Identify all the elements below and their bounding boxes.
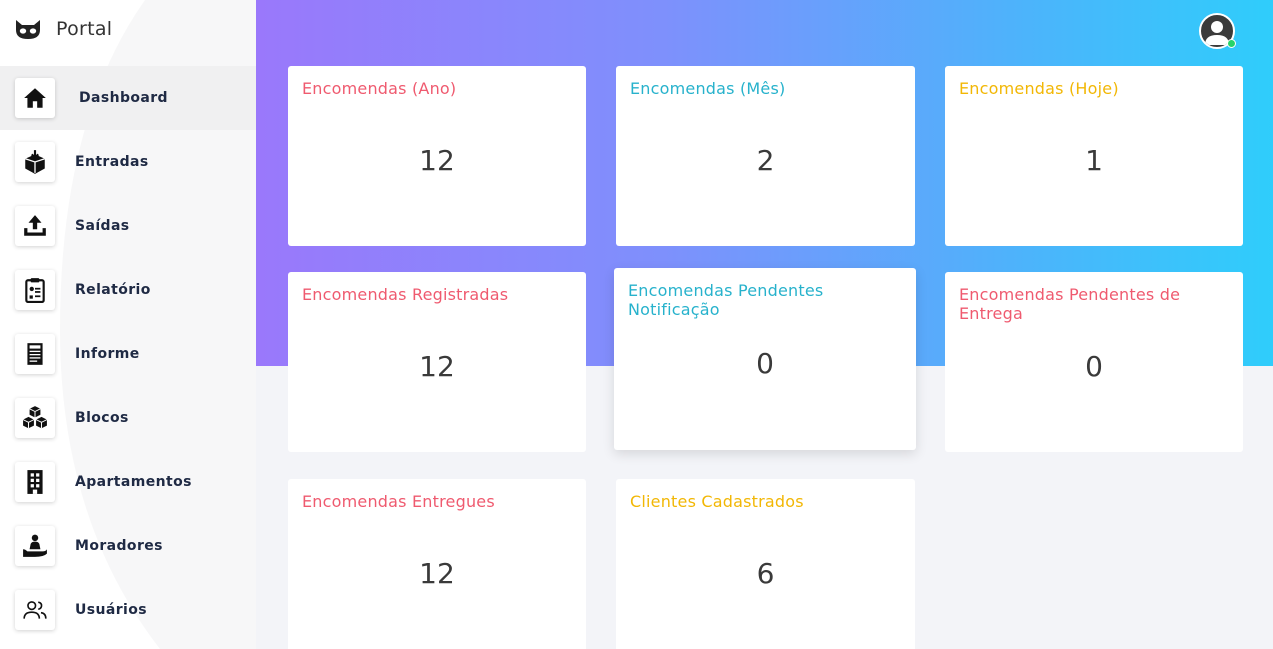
card-encomendas-ano[interactable]: Encomendas (Ano) 12 [288,66,586,246]
mask-logo-icon [16,20,40,39]
home-icon [15,78,55,118]
sidebar-item-entradas[interactable]: Entradas [0,130,256,194]
card-title: Encomendas (Mês) [630,79,786,98]
person-hand-icon [15,526,55,566]
sidebar-item-label: Moradores [75,538,163,554]
sidebar-item-label: Saídas [75,218,130,234]
card-encomendas-entregues[interactable]: Encomendas Entregues 12 [288,479,586,649]
sidebar-item-label: Informe [75,346,140,362]
sidebar-item-label: Entradas [75,154,149,170]
card-encomendas-registradas[interactable]: Encomendas Registradas 12 [288,272,586,452]
card-title: Encomendas Pendentes de Entrega [959,285,1181,323]
card-encomendas-pendentes-entrega[interactable]: Encomendas Pendentes de Entrega 0 [945,272,1243,452]
sidebar: Portal Dashboard Entradas Saídas Relatór… [0,0,256,649]
card-title: Encomendas Pendentes Notificação [628,281,824,319]
sidebar-item-relatorio[interactable]: Relatório [0,258,256,322]
sidebar-item-label: Relatório [75,282,151,298]
card-value: 1 [1085,144,1103,177]
card-encomendas-pendentes-notificacao[interactable]: Encomendas Pendentes Notificação 0 [614,268,916,450]
newspaper-icon [15,334,55,374]
sidebar-item-label: Blocos [75,410,129,426]
cubes-icon [15,398,55,438]
brand[interactable]: Portal [14,14,112,44]
box-in-icon [15,142,55,182]
sidebar-item-label: Apartamentos [75,474,192,490]
sidebar-nav: Dashboard Entradas Saídas Relatório Info… [0,66,256,642]
clipboard-icon [15,270,55,310]
online-status-indicator [1227,39,1236,48]
card-title: Encomendas Entregues [302,492,495,511]
card-value: 0 [1085,350,1103,383]
card-title: Clientes Cadastrados [630,492,804,511]
card-value: 12 [419,350,455,383]
card-encomendas-mes[interactable]: Encomendas (Mês) 2 [616,66,915,246]
sidebar-item-saidas[interactable]: Saídas [0,194,256,258]
card-title: Encomendas Registradas [302,285,509,304]
brand-name: Portal [56,18,113,40]
card-title: Encomendas (Ano) [302,79,457,98]
users-icon [15,590,55,630]
sidebar-item-usuarios[interactable]: Usuários [0,578,256,642]
card-value: 12 [419,144,455,177]
card-encomendas-hoje[interactable]: Encomendas (Hoje) 1 [945,66,1243,246]
sidebar-item-label: Usuários [75,602,147,618]
card-value: 6 [756,557,775,590]
upload-icon [15,206,55,246]
card-value: 0 [756,347,774,380]
sidebar-item-moradores[interactable]: Moradores [0,514,256,578]
building-icon [15,462,55,502]
sidebar-item-apartamentos[interactable]: Apartamentos [0,450,256,514]
sidebar-item-label: Dashboard [79,90,168,106]
sidebar-item-blocos[interactable]: Blocos [0,386,256,450]
card-title: Encomendas (Hoje) [959,79,1119,98]
card-value: 12 [419,557,455,590]
card-value: 2 [756,144,775,177]
sidebar-item-informe[interactable]: Informe [0,322,256,386]
sidebar-item-dashboard[interactable]: Dashboard [0,66,256,130]
card-clientes-cadastrados[interactable]: Clientes Cadastrados 6 [616,479,915,649]
